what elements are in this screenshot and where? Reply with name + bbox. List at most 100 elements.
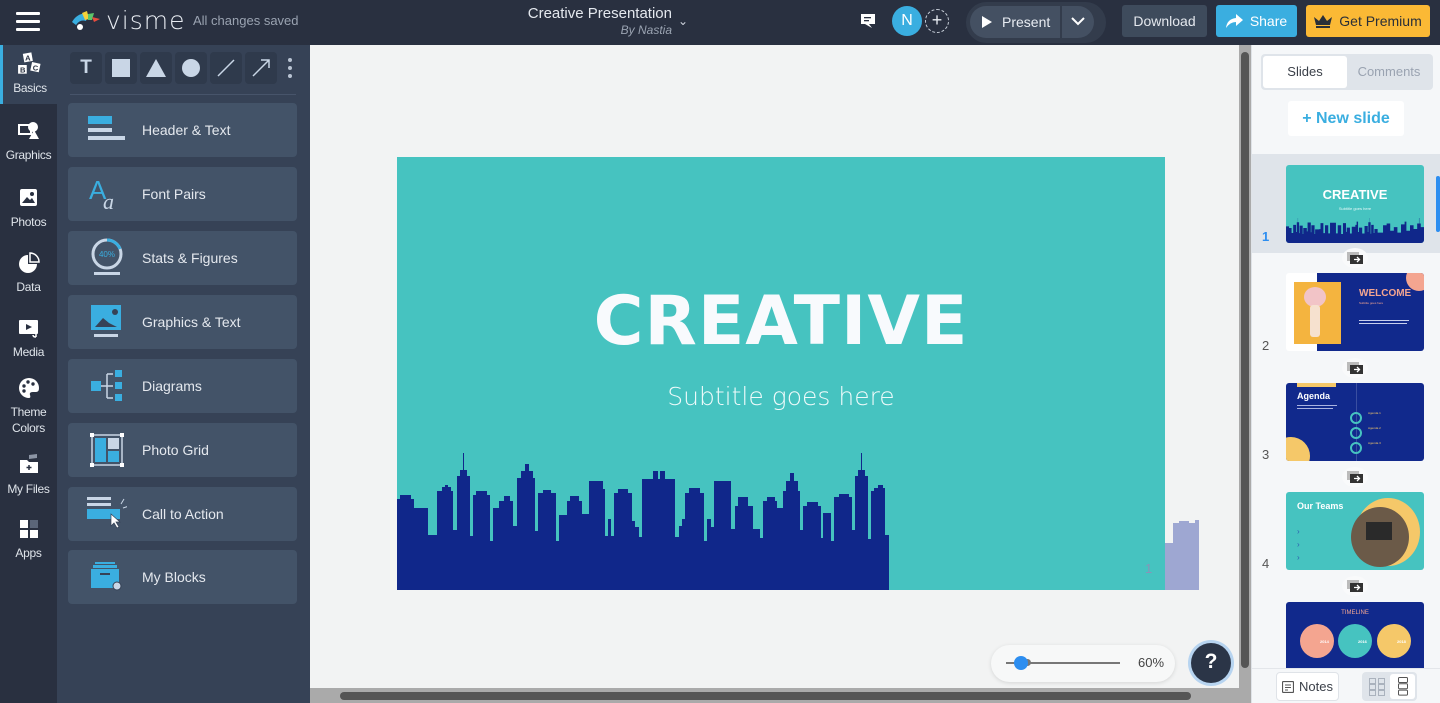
block-diagrams[interactable]: Diagrams bbox=[68, 359, 297, 413]
line-tool-button[interactable] bbox=[210, 52, 242, 84]
comment-icon[interactable] bbox=[860, 13, 876, 29]
block-my-blocks[interactable]: My Blocks bbox=[68, 550, 297, 604]
document-title-block[interactable]: Creative Presentation By Nastia bbox=[490, 4, 672, 37]
title-chevron-down-icon[interactable]: ⌄ bbox=[678, 14, 688, 28]
iconbar-item-photos[interactable]: Photos bbox=[0, 186, 57, 230]
slide-canvas[interactable]: CREATIVE Subtitle goes here 1 bbox=[397, 157, 1165, 590]
palette-icon bbox=[18, 378, 39, 398]
block-label: Photo Grid bbox=[142, 442, 209, 458]
document-title[interactable]: Creative Presentation bbox=[490, 4, 672, 23]
photo-grid-icon bbox=[90, 433, 124, 467]
block-stats-figures[interactable]: 40% Stats & Figures bbox=[68, 231, 297, 285]
iconbar-item-apps[interactable]: Apps bbox=[0, 517, 57, 561]
media-icon bbox=[18, 320, 38, 338]
slide-title[interactable]: CREATIVE bbox=[397, 282, 1165, 361]
transition-button[interactable] bbox=[1342, 467, 1368, 487]
block-label: Call to Action bbox=[142, 506, 224, 522]
download-button[interactable]: Download bbox=[1122, 5, 1207, 37]
notes-button[interactable]: Notes bbox=[1276, 672, 1339, 701]
folder-icon bbox=[19, 454, 38, 473]
city-skyline-graphic[interactable] bbox=[397, 453, 1165, 590]
block-call-to-action[interactable]: Call to Action bbox=[68, 487, 297, 541]
thumb-year: 2016 bbox=[1358, 639, 1367, 644]
iconbar-label: My Files bbox=[7, 482, 50, 496]
menu-icon[interactable] bbox=[16, 12, 40, 32]
grid-view-button[interactable] bbox=[1364, 674, 1390, 699]
visme-logo[interactable]: visme bbox=[70, 8, 186, 34]
get-premium-button[interactable]: Get Premium bbox=[1306, 5, 1430, 37]
circle-tool-button[interactable] bbox=[175, 52, 207, 84]
tab-slides[interactable]: Slides bbox=[1263, 56, 1347, 88]
download-label: Download bbox=[1133, 13, 1196, 29]
slide-thumbnail-1[interactable]: CREATIVE Subtitle goes here bbox=[1286, 165, 1424, 243]
save-status: All changes saved bbox=[193, 13, 299, 28]
line-icon bbox=[217, 59, 235, 77]
shape-toolbar: T bbox=[70, 52, 277, 84]
horizontal-scrollbar-thumb[interactable] bbox=[340, 692, 1191, 700]
transition-icon bbox=[1347, 471, 1363, 483]
apps-icon bbox=[19, 520, 38, 538]
zoom-control: 60% bbox=[991, 645, 1175, 682]
triangle-tool-button[interactable] bbox=[140, 52, 172, 84]
iconbar-item-data[interactable]: Data bbox=[0, 251, 57, 295]
share-label: Share bbox=[1249, 13, 1288, 29]
transition-button[interactable] bbox=[1342, 248, 1368, 268]
iconbar-item-graphics[interactable]: Graphics bbox=[0, 119, 57, 163]
svg-text:A: A bbox=[25, 54, 31, 63]
panel-divider bbox=[70, 94, 296, 95]
text-tool-button[interactable]: T bbox=[70, 52, 102, 84]
slide-thumbnail-4[interactable]: Our Teams › › › bbox=[1286, 492, 1424, 570]
iconbar-label-line2: Colors bbox=[12, 421, 45, 435]
slide-thumbnail-2[interactable]: WELCOME Subtitle goes here bbox=[1286, 273, 1424, 351]
text-icon: T bbox=[80, 57, 92, 78]
transition-icon bbox=[1347, 362, 1363, 374]
block-header-text[interactable]: Header & Text bbox=[68, 103, 297, 157]
block-photo-grid[interactable]: Photo Grid bbox=[68, 423, 297, 477]
call-to-action-icon bbox=[87, 497, 127, 529]
share-button[interactable]: Share bbox=[1216, 5, 1297, 37]
list-view-button[interactable] bbox=[1390, 674, 1415, 699]
thumb-title: WELCOME bbox=[1359, 288, 1412, 299]
thumb-subtitle: Subtitle goes here bbox=[1338, 206, 1372, 211]
transition-button[interactable] bbox=[1342, 358, 1368, 378]
present-options-chevron-down-icon[interactable] bbox=[1062, 6, 1094, 38]
slide-thumbnail-3[interactable]: Agenda Agenda 1 Agenda 2 Agenda 3 bbox=[1286, 383, 1424, 461]
new-slide-button[interactable]: + New slide bbox=[1288, 101, 1404, 136]
abc-blocks-icon: A B C bbox=[18, 52, 41, 75]
iconbar-label-line1: Theme bbox=[10, 405, 47, 419]
circle-icon bbox=[182, 59, 200, 77]
my-blocks-icon bbox=[91, 562, 122, 591]
more-shapes-icon[interactable] bbox=[287, 58, 293, 78]
iconbar-item-my-files[interactable]: My Files bbox=[0, 453, 57, 497]
slide-subtitle[interactable]: Subtitle goes here bbox=[397, 382, 1165, 411]
iconbar-item-theme-colors[interactable]: Theme Colors bbox=[0, 376, 57, 436]
help-button[interactable]: ? bbox=[1191, 643, 1231, 683]
present-button[interactable]: Present bbox=[970, 6, 1060, 38]
block-label: Font Pairs bbox=[142, 186, 206, 202]
vertical-scrollbar-thumb[interactable] bbox=[1241, 52, 1249, 668]
arrow-tool-button[interactable] bbox=[245, 52, 277, 84]
zoom-slider-thumb[interactable] bbox=[1013, 656, 1028, 670]
arrow-icon bbox=[252, 59, 270, 77]
tab-comments[interactable]: Comments bbox=[1347, 56, 1431, 88]
user-avatar[interactable]: N bbox=[892, 6, 922, 36]
block-label: Stats & Figures bbox=[142, 250, 238, 266]
svg-text:B: B bbox=[20, 66, 26, 75]
view-toggle bbox=[1362, 672, 1417, 701]
graphics-icon bbox=[17, 122, 39, 139]
triangle-icon bbox=[146, 59, 166, 77]
iconbar-label: Basics bbox=[13, 81, 47, 95]
thumb-title: Agenda bbox=[1297, 391, 1331, 401]
iconbar-item-media[interactable]: Media bbox=[0, 316, 57, 360]
zoom-value: 60% bbox=[1138, 655, 1165, 670]
transition-button[interactable] bbox=[1342, 576, 1368, 596]
slide-number: 3 bbox=[1262, 447, 1270, 462]
stats-icon-text: 40% bbox=[99, 250, 115, 259]
block-graphics-text[interactable]: Graphics & Text bbox=[68, 295, 297, 349]
crown-icon bbox=[1314, 14, 1333, 28]
iconbar-item-basics[interactable]: A B C Basics bbox=[0, 45, 57, 104]
block-font-pairs[interactable]: Aa Font Pairs bbox=[68, 167, 297, 221]
add-collaborator-button[interactable]: + bbox=[925, 9, 949, 33]
rectangle-tool-button[interactable] bbox=[105, 52, 137, 84]
slide-thumbnail-5[interactable]: TIMELINE 2014 2016 2018 bbox=[1286, 602, 1424, 668]
